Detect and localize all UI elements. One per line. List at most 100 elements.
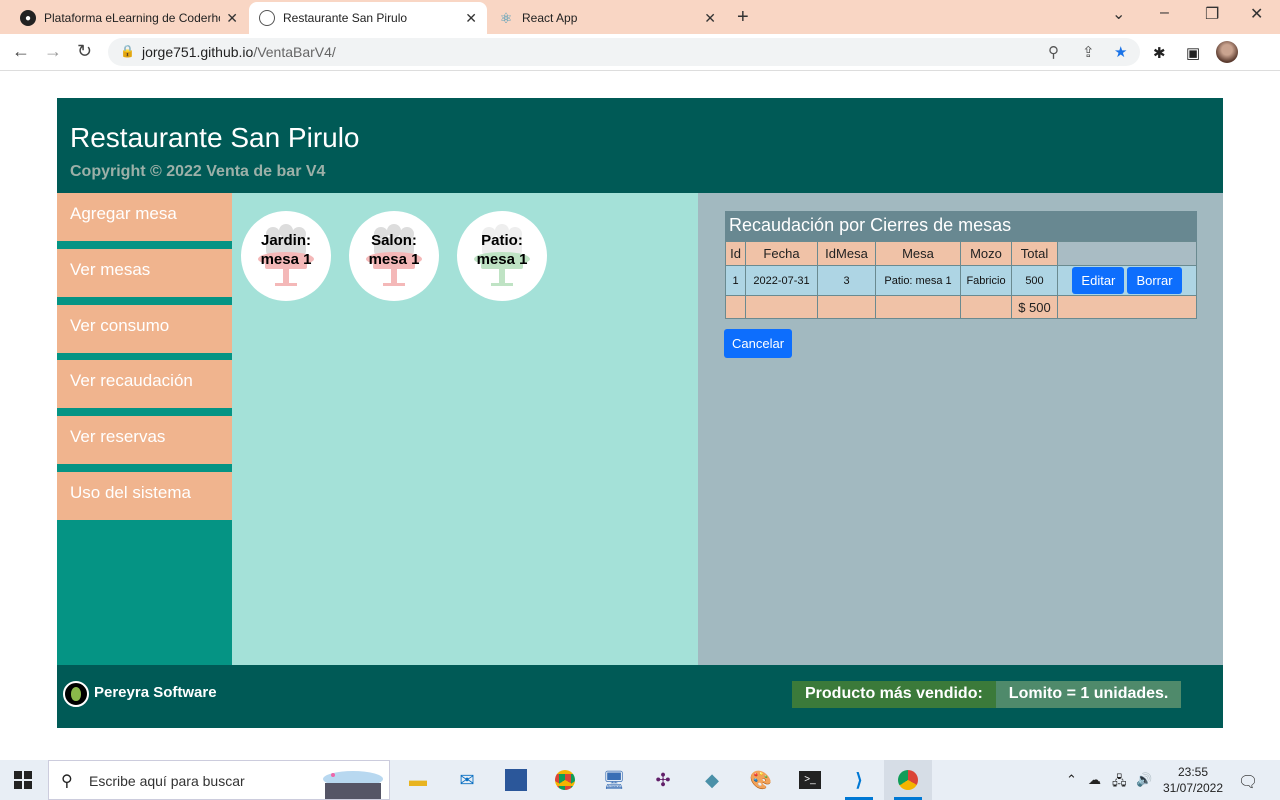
lock-icon[interactable]: 🔒 xyxy=(120,44,135,58)
copyright-text: Copyright © 2022 Venta de bar V4 xyxy=(70,163,326,180)
new-tab-icon[interactable]: + xyxy=(737,6,749,29)
col-header-actions xyxy=(1057,241,1197,266)
word-icon[interactable] xyxy=(492,760,540,800)
col-header-id: Id xyxy=(725,241,746,266)
chrome-icon[interactable] xyxy=(541,760,589,800)
back-icon[interactable]: ← xyxy=(12,41,30,62)
paint-icon[interactable]: 🎨 xyxy=(737,760,785,800)
footer-brand: Pereyra Software xyxy=(94,684,217,701)
search-icon: ⚲ xyxy=(61,773,73,790)
pear-logo-icon xyxy=(63,681,89,707)
restore-icon[interactable]: ❐ xyxy=(1205,4,1219,24)
col-header-fecha: Fecha xyxy=(745,241,818,266)
tab-label: React App xyxy=(522,11,578,25)
sum-cell-empty xyxy=(960,295,1012,319)
slack-icon[interactable]: ✣ xyxy=(639,760,687,800)
page-footer: Pereyra Software Producto más vendido: L… xyxy=(57,665,1223,728)
menu-agregar-mesa[interactable]: Agregar mesa xyxy=(57,193,232,241)
mesa-label: Patio: mesa 1 xyxy=(476,232,528,268)
notifications-icon[interactable]: 🗨 xyxy=(1238,772,1258,792)
side-panel-icon[interactable]: ▣ xyxy=(1186,44,1200,62)
recaudacion-panel: Recaudación por Cierres de mesas Id Fech… xyxy=(698,193,1223,665)
minimize-icon[interactable]: – xyxy=(1160,4,1169,22)
forward-icon[interactable]: → xyxy=(44,41,62,62)
globe-icon xyxy=(259,10,275,26)
sum-cell-empty xyxy=(1057,295,1197,319)
search-placeholder: Escribe aquí para buscar xyxy=(89,773,245,789)
cell-fecha: 2022-07-31 xyxy=(745,265,818,296)
cancel-button[interactable]: Cancelar xyxy=(724,329,793,358)
menu-uso-sistema[interactable]: Uso del sistema xyxy=(57,472,232,520)
table-row: 1 2022-07-31 3 Patio: mesa 1 Fabricio 50… xyxy=(725,265,1197,296)
sum-cell-empty xyxy=(745,295,818,319)
mesa-jardin[interactable]: Jardin: mesa 1 xyxy=(241,211,331,301)
mesa-label: Salon: mesa 1 xyxy=(368,232,420,268)
address-bar: ← → ↻ 🔒 jorge751.github.io/VentaBarV4/ ⚲… xyxy=(0,34,1280,71)
mesa-salon[interactable]: Salon: mesa 1 xyxy=(349,211,439,301)
edit-button[interactable]: Editar xyxy=(1072,267,1125,294)
recaudacion-title: Recaudación por Cierres de mesas xyxy=(725,211,1197,241)
volume-icon[interactable]: 🔊 xyxy=(1136,772,1152,788)
page-header: Restaurante San Pirulo Copyright © 2022 … xyxy=(57,98,1223,193)
react-icon: ⚛ xyxy=(499,9,513,26)
sum-cell-empty xyxy=(817,295,876,319)
url-field[interactable]: 🔒 jorge751.github.io/VentaBarV4/ ⚲ ⇪ ★ xyxy=(108,38,1140,66)
sum-cell-empty xyxy=(875,295,961,319)
mesa-patio[interactable]: Patio: mesa 1 xyxy=(457,211,547,301)
delete-button[interactable]: Borrar xyxy=(1127,267,1182,294)
tab-react-app[interactable]: ⚛ React App ✕ xyxy=(488,2,726,34)
tables-area: Jardin: mesa 1 Salon: mesa 1 Patio: mesa… xyxy=(232,193,698,665)
best-seller-label: Producto más vendido: xyxy=(792,681,996,708)
cell-actions: Editar Borrar xyxy=(1057,265,1197,296)
taskbar-search-input[interactable]: ⚲ Escribe aquí para buscar xyxy=(48,760,390,800)
mesa-label: Jardin: mesa 1 xyxy=(260,232,312,268)
sum-total: $ 500 xyxy=(1011,295,1058,319)
terminal-icon[interactable]: >_ xyxy=(786,760,834,800)
vscode-icon[interactable]: ⟩ xyxy=(835,760,883,800)
sidebar: Agregar mesa Ver mesas Ver consumo Ver r… xyxy=(57,193,232,665)
notes-icon[interactable]: ◆ xyxy=(688,760,736,800)
browser-tab-strip: ● Plataforma eLearning de Coderho ✕ Rest… xyxy=(0,0,1280,34)
close-icon[interactable]: ✕ xyxy=(465,10,477,27)
share-icon[interactable]: ⇪ xyxy=(1082,43,1095,61)
close-icon[interactable]: ✕ xyxy=(226,10,238,27)
profile-avatar[interactable] xyxy=(1216,41,1238,63)
page-title: Restaurante San Pirulo xyxy=(70,122,360,153)
chrome-active-icon[interactable] xyxy=(884,760,932,800)
tab-coderhouse[interactable]: ● Plataforma eLearning de Coderho ✕ xyxy=(10,2,248,34)
tab-restaurante[interactable]: Restaurante San Pirulo ✕ xyxy=(249,2,487,34)
bookmark-star-icon[interactable]: ★ xyxy=(1114,43,1127,61)
cell-id: 1 xyxy=(725,265,746,296)
recaudacion-table: Id Fecha IdMesa Mesa Mozo Total 1 2022-0… xyxy=(725,241,1197,319)
col-header-mesa: Mesa xyxy=(875,241,961,266)
cell-total: 500 xyxy=(1011,265,1058,296)
taskbar-clock[interactable]: 23:55 31/07/2022 xyxy=(1160,764,1226,796)
menu-ver-consumo[interactable]: Ver consumo xyxy=(57,305,232,353)
menu-ver-recaudacion[interactable]: Ver recaudación xyxy=(57,360,232,408)
menu-ver-mesas[interactable]: Ver mesas xyxy=(57,249,232,297)
zoom-icon[interactable]: ⚲ xyxy=(1048,43,1059,61)
network-icon[interactable]: 🖧 xyxy=(1112,772,1127,794)
table-sum-row: $ 500 xyxy=(725,295,1197,319)
mail-icon[interactable]: ✉ xyxy=(443,760,491,800)
col-header-total: Total xyxy=(1011,241,1058,266)
reload-icon[interactable]: ↻ xyxy=(77,41,92,62)
tab-label: Restaurante San Pirulo xyxy=(283,11,408,25)
window-close-icon[interactable]: ✕ xyxy=(1250,4,1263,24)
close-icon[interactable]: ✕ xyxy=(704,10,716,27)
cell-idmesa: 3 xyxy=(817,265,876,296)
tray-chevron-icon[interactable]: ⌃ xyxy=(1066,772,1077,788)
clock-date: 31/07/2022 xyxy=(1162,781,1224,795)
coderhouse-icon: ● xyxy=(20,10,36,26)
onedrive-icon[interactable]: ☁ xyxy=(1088,772,1101,788)
tab-label: Plataforma eLearning de Coderho xyxy=(44,11,221,25)
sum-cell-empty xyxy=(725,295,746,319)
remote-desktop-icon[interactable]: 🖥 xyxy=(590,760,638,800)
file-explorer-icon[interactable]: ▬ xyxy=(394,760,442,800)
search-highlight-illustration xyxy=(323,771,383,799)
table-header-row: Id Fecha IdMesa Mesa Mozo Total xyxy=(725,241,1197,266)
chevron-down-icon[interactable]: ⌄ xyxy=(1112,4,1125,24)
extensions-icon[interactable]: ✱ xyxy=(1153,44,1166,62)
menu-ver-reservas[interactable]: Ver reservas xyxy=(57,416,232,464)
windows-start-icon[interactable] xyxy=(14,771,32,789)
